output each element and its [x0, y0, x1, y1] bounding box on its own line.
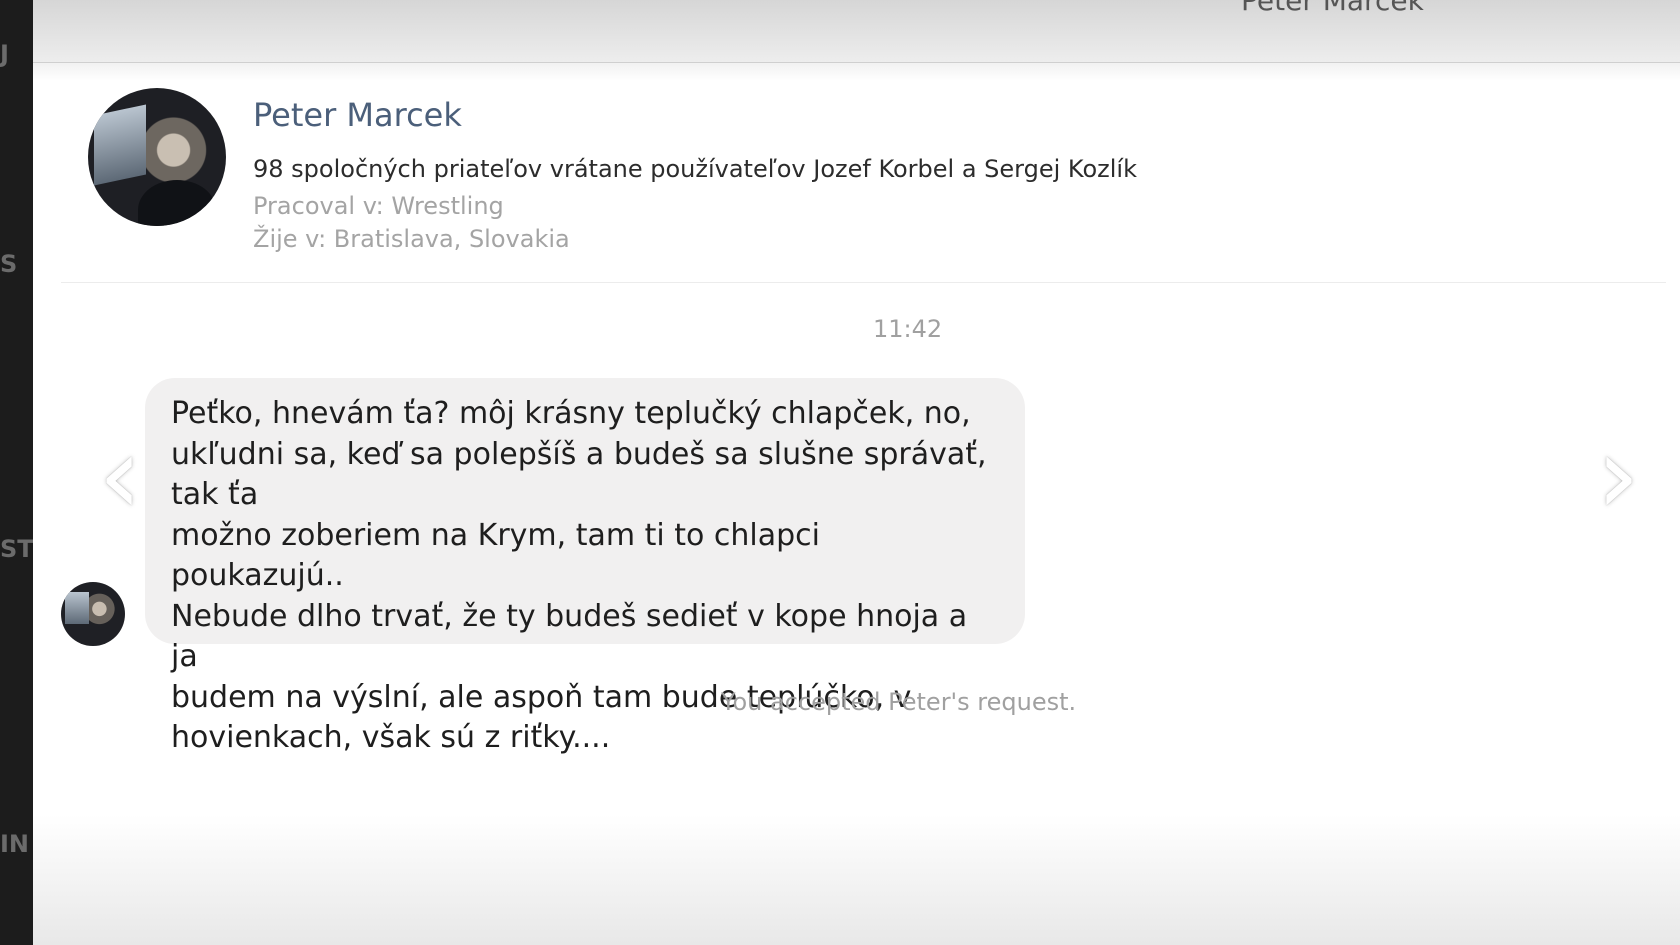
mutual-friends-text: 98 spoločných priateľov vrátane používat…: [253, 155, 1137, 183]
header-shadow: [33, 63, 1680, 81]
message-bubble: Peťko, hnevám ťa? môj krásny teplučký ch…: [145, 378, 1025, 755]
bottom-fade: [33, 815, 1680, 945]
sender-avatar[interactable]: [61, 582, 125, 646]
titlebar-title: Peter Marcek: [1241, 0, 1424, 17]
profile-work: Pracoval v: Wrestling: [253, 192, 504, 220]
window-titlebar: Peter Marcek: [33, 0, 1680, 63]
profile-location: Žije v: Bratislava, Slovakia: [253, 225, 570, 253]
sidebar-text-fragment: IN: [0, 830, 30, 858]
background-sidebar-strip: J S ST IN: [0, 0, 33, 945]
message-request-window: Peter Marcek Peter Marcek 98 spoločných …: [33, 0, 1680, 945]
message-timestamp: 11:42: [873, 315, 943, 343]
request-accepted-note: You accepted Peter's request.: [721, 688, 1077, 716]
chevron-right-icon[interactable]: ›: [1583, 420, 1653, 530]
sidebar-text-fragment: J: [0, 40, 9, 68]
profile-avatar[interactable]: [88, 88, 226, 226]
sidebar-text-fragment: S: [0, 250, 18, 278]
profile-name[interactable]: Peter Marcek: [253, 96, 462, 134]
section-divider: [61, 282, 1666, 283]
sidebar-text-fragment: ST: [0, 535, 33, 563]
